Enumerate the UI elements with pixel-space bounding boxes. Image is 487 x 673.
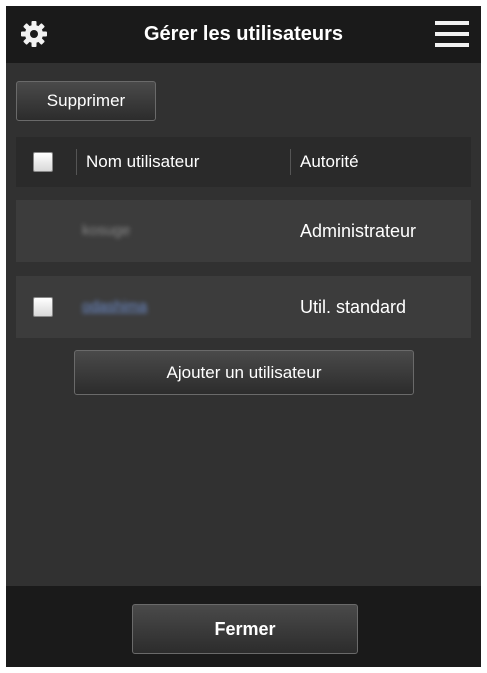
table-header: Nom utilisateur Autorité — [16, 137, 471, 187]
table-row: odashima Util. standard — [16, 276, 471, 338]
column-divider — [290, 149, 291, 175]
column-divider — [76, 149, 77, 175]
header-bar: Gérer les utilisateurs — [6, 6, 481, 63]
authority-text: Administrateur — [300, 221, 417, 241]
username-text: kosuge — [82, 222, 131, 239]
manage-users-screen: Gérer les utilisateurs Supprimer Nom uti… — [6, 6, 481, 667]
add-user-button[interactable]: Ajouter un utilisateur — [74, 350, 414, 395]
username-link[interactable]: odashima — [82, 276, 147, 338]
authority-text: Util. standard — [300, 297, 407, 317]
table-row: kosuge Administrateur — [16, 200, 471, 262]
footer-bar: Fermer — [6, 586, 481, 667]
close-button[interactable]: Fermer — [132, 604, 358, 654]
gear-icon[interactable] — [20, 20, 48, 48]
hamburger-menu-icon[interactable] — [435, 21, 469, 47]
select-all-checkbox[interactable] — [33, 152, 53, 172]
delete-button[interactable]: Supprimer — [16, 81, 156, 121]
page-title: Gérer les utilisateurs — [144, 23, 343, 45]
row-checkbox[interactable] — [33, 297, 53, 317]
column-header-username: Nom utilisateur — [86, 152, 200, 171]
column-header-authority: Autorité — [300, 152, 359, 171]
